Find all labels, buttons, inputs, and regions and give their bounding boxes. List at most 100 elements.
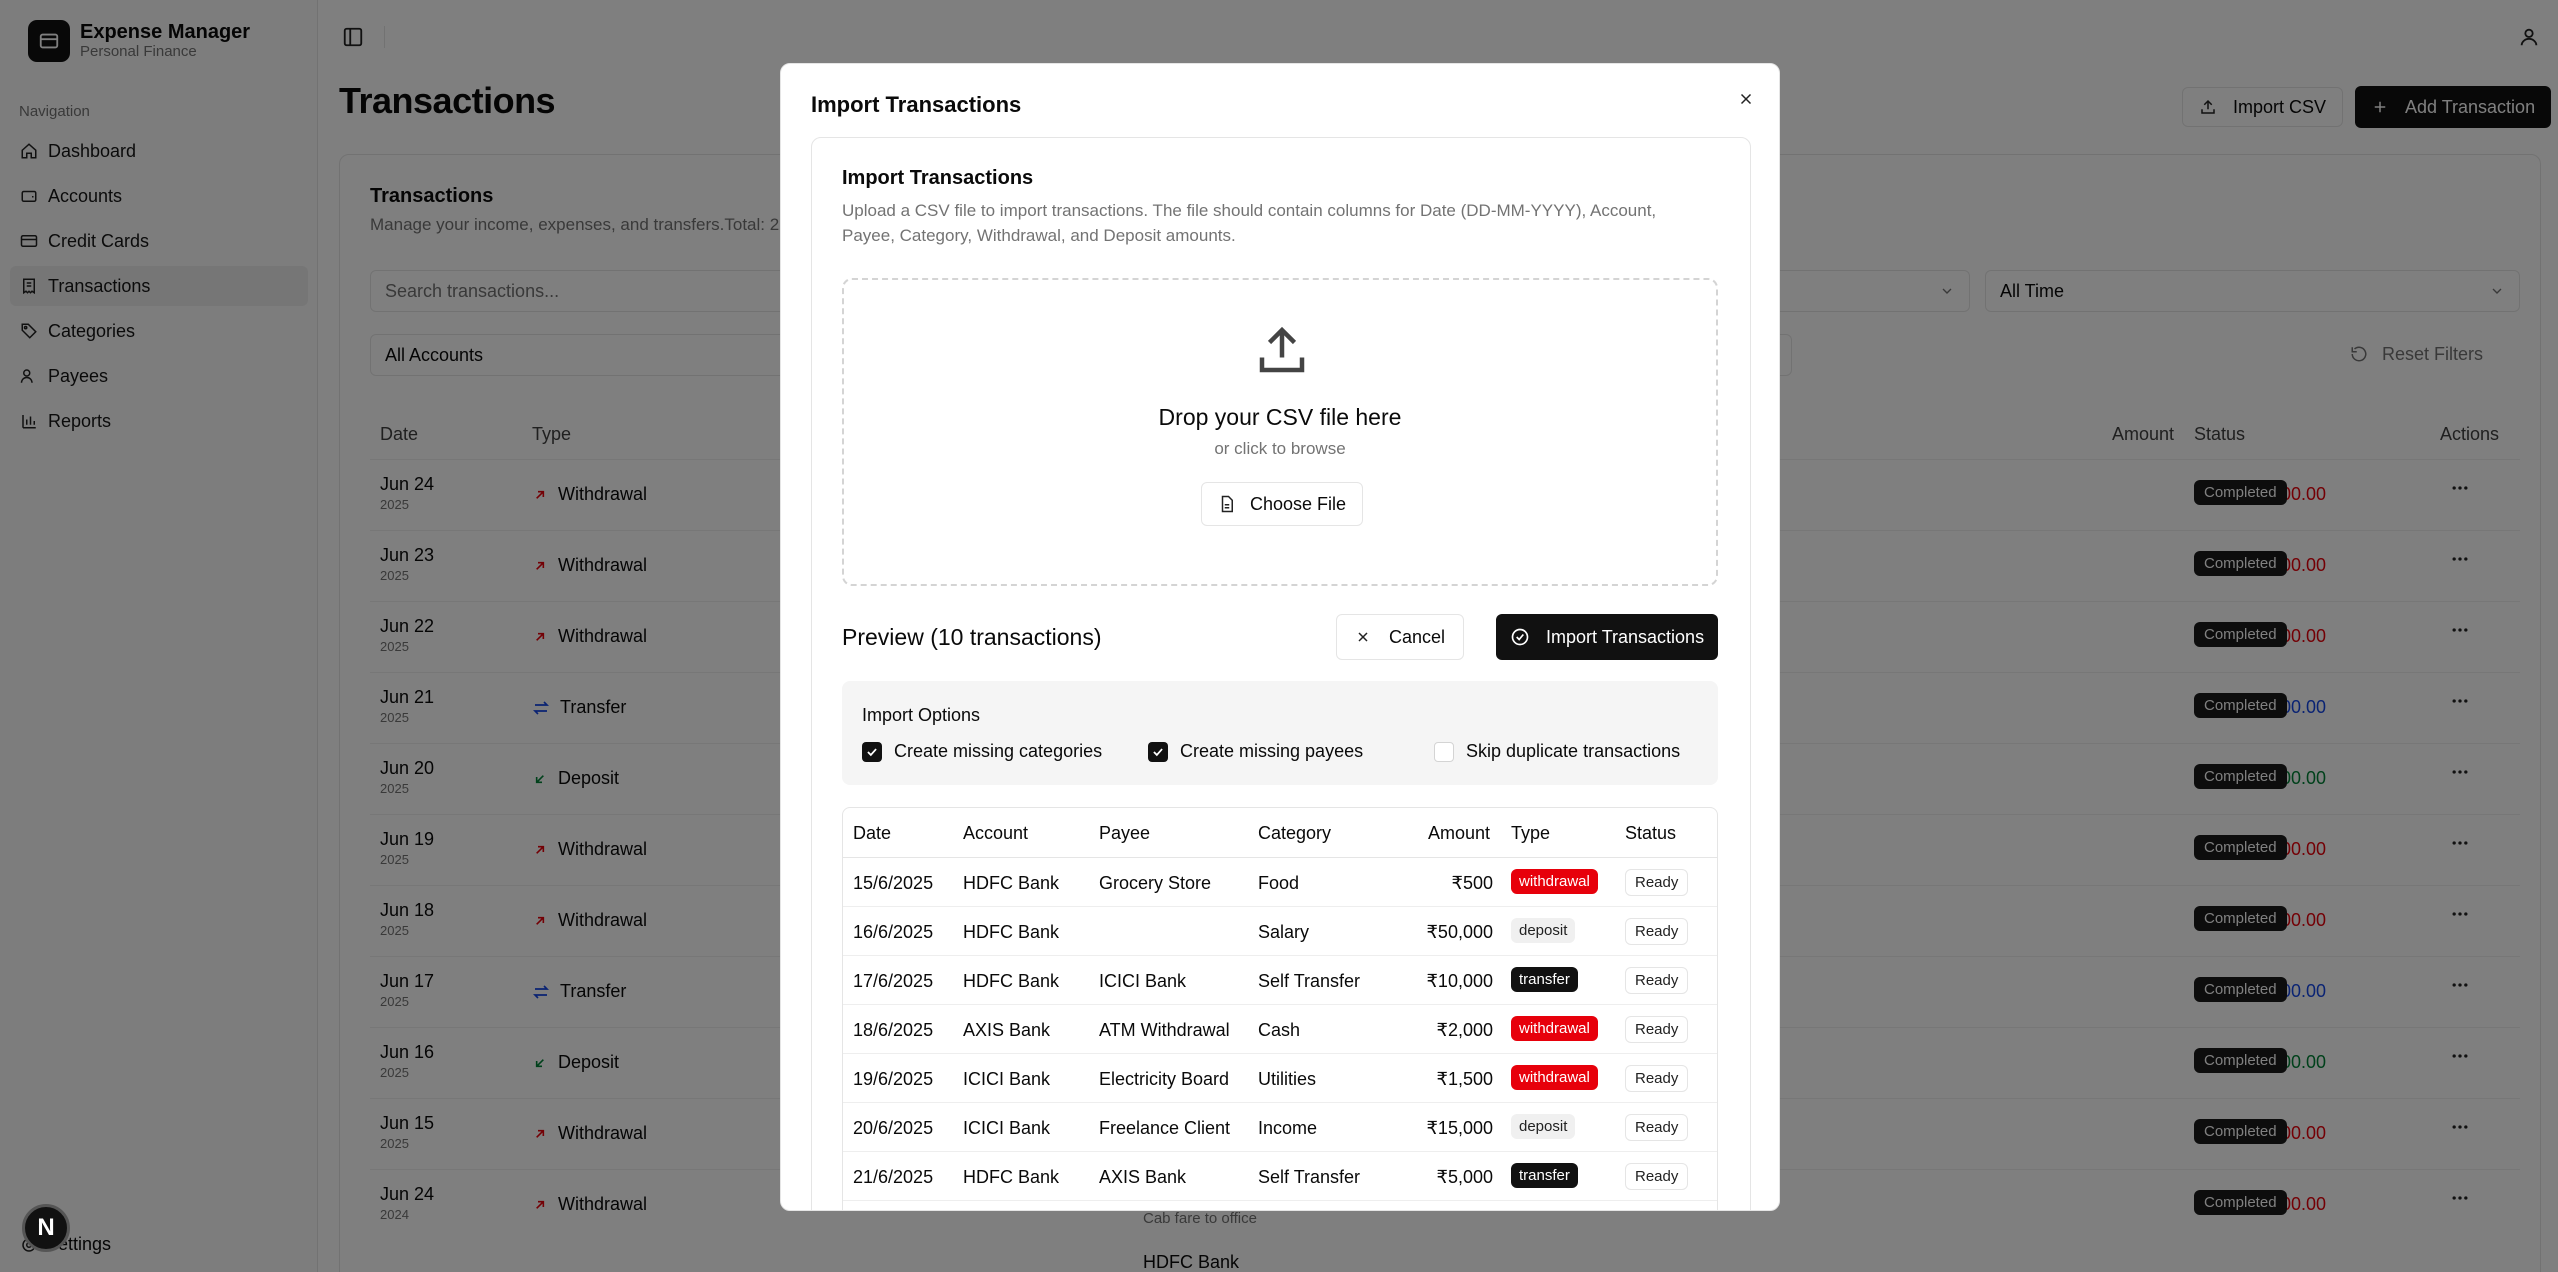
preview-amount: ₹15,000 [1426,1118,1493,1138]
import-card-description: Upload a CSV file to import transactions… [842,201,1657,245]
csv-dropzone[interactable]: Drop your CSV file here or click to brow… [842,278,1718,586]
preview-date: 17/6/2025 [853,971,934,991]
close-icon [1740,93,1752,105]
choose-file-label: Choose File [1250,493,1347,514]
preview-row: 17/6/2025 HDFC Bank ICICI Bank Self Transfe… [843,956,1717,1005]
preview-date: 19/6/2025 [853,1069,934,1089]
preview-category: Food [1258,873,1300,893]
preview-category: Cash [1258,1020,1301,1040]
file-icon [1221,495,1233,513]
preview-amount: ₹10,000 [1426,971,1493,991]
preview-column-date: Date [853,823,892,843]
status-badge: Ready [1625,869,1689,896]
preview-row: 19/6/2025 ICICI Bank Electricity Board Util… [843,1054,1717,1103]
create-payees-checkbox[interactable] [1148,741,1168,762]
preview-date: 16/6/2025 [853,922,934,942]
status-badge: Ready [1625,1016,1689,1043]
status-badge: Ready [1625,967,1689,994]
preview-column-category: Category [1258,823,1332,843]
import-label: Import Transactions [1546,626,1705,647]
create-categories-checkbox[interactable] [862,741,882,762]
preview-category: Utilities [1258,1069,1317,1089]
import-transactions-button[interactable]: Import Transactions [1496,614,1719,660]
create-payees-label: Create missing payees [1180,741,1364,761]
close-icon [1358,632,1368,642]
preview-column-status: Status [1625,823,1677,843]
preview-payee: ATM Withdrawal [1099,1020,1230,1040]
drop-subtitle: or click to browse [1214,439,1346,458]
preview-payee: AXIS Bank [1099,1167,1187,1187]
check-circle-icon [1511,628,1529,646]
skip-duplicates-checkbox[interactable] [1434,741,1454,762]
status-badge: Ready [1625,1114,1689,1141]
preview-date: 21/6/2025 [853,1167,934,1187]
cancel-button[interactable]: Cancel [1336,614,1465,660]
status-badge: Ready [1625,1163,1689,1190]
preview-category: Salary [1258,922,1310,942]
type-badge: withdrawal [1511,1065,1598,1090]
preview-account: AXIS Bank [963,1020,1051,1040]
preview-payee: Grocery Store [1099,873,1212,893]
import-options: Import Options Create missing categories… [842,681,1718,785]
type-badge: deposit [1511,1114,1576,1139]
create-categories-label: Create missing categories [894,741,1103,761]
preview-date: 20/6/2025 [853,1118,934,1138]
type-badge: transfer [1511,1163,1578,1188]
preview-account: ICICI Bank [963,1118,1051,1138]
next-badge-button[interactable]: N [22,1204,70,1252]
skip-duplicates-label: Skip duplicate transactions [1466,741,1681,761]
import-modal: Import Transactions Import Transactions … [780,63,1780,1211]
preview-amount: ₹1,500 [1436,1069,1494,1089]
preview-column-type: Type [1511,823,1551,843]
status-badge: Ready [1625,1065,1689,1092]
cancel-label: Cancel [1389,626,1446,647]
preview-table-header: Date Account Payee Category Amount Type … [843,808,1717,858]
preview-category: Self Transfer [1258,971,1361,991]
type-badge: deposit [1511,918,1576,943]
preview-date: 15/6/2025 [853,873,934,893]
import-options-title: Import Options [862,705,981,725]
fab-label: N [37,1214,55,1241]
preview-payee: Electricity Board [1099,1069,1230,1089]
preview-table: Date Account Payee Category Amount Type … [842,807,1718,1210]
preview-account: HDFC Bank [963,873,1060,893]
preview-date: 18/6/2025 [853,1020,934,1040]
preview-column-payee: Payee [1099,823,1151,843]
preview-row: 18/6/2025 AXIS Bank ATM Withdrawal Cash ₹2,0… [843,1005,1717,1054]
create-payees-option[interactable]: Create missing payees [1148,741,1363,762]
preview-row: 20/6/2025 ICICI Bank Freelance Client Incom… [843,1103,1717,1152]
close-button[interactable] [1731,84,1761,114]
preview-category: Income [1258,1118,1318,1138]
choose-file-button[interactable]: Choose File [1201,482,1364,526]
check-icon [867,747,877,756]
import-card-title: Import Transactions [842,167,1034,189]
preview-amount: ₹50,000 [1426,922,1493,942]
preview-payee: Freelance Client [1099,1118,1231,1138]
type-badge: withdrawal [1511,869,1598,894]
type-badge: withdrawal [1511,1016,1598,1041]
preview-account: HDFC Bank [963,971,1060,991]
preview-row: 15/6/2025 HDFC Bank Grocery Store Food ₹500 w… [843,858,1717,907]
preview-row: 16/6/2025 HDFC Bank Salary ₹50,000 deposit Re… [843,907,1717,956]
drop-title: Drop your CSV file here [1158,404,1402,430]
preview-amount: ₹2,000 [1436,1020,1494,1040]
preview-category: Self Transfer [1258,1167,1361,1187]
preview-row: 21/6/2025 HDFC Bank AXIS Bank Self Transfer… [843,1152,1717,1201]
type-badge: transfer [1511,967,1578,992]
modal-title: Import Transactions [811,92,1022,117]
preview-account: ICICI Bank [963,1069,1051,1089]
create-categories-option[interactable]: Create missing categories [862,741,1102,762]
status-badge: Ready [1625,918,1689,945]
check-icon [1153,747,1163,756]
preview-column-amount: Amount [1428,823,1491,843]
preview-account: HDFC Bank [963,1167,1060,1187]
preview-amount: ₹5,000 [1436,1167,1494,1187]
skip-duplicates-option[interactable]: Skip duplicate transactions [1434,741,1680,762]
preview-title: Preview (10 transactions) [842,624,1102,650]
upload-icon [1259,326,1305,373]
preview-column-account: Account [963,823,1029,843]
import-card: Import Transactions Upload a CSV file to… [811,137,1751,1210]
preview-payee: ICICI Bank [1099,971,1187,991]
preview-account: HDFC Bank [963,922,1060,942]
preview-amount: ₹500 [1451,873,1493,893]
